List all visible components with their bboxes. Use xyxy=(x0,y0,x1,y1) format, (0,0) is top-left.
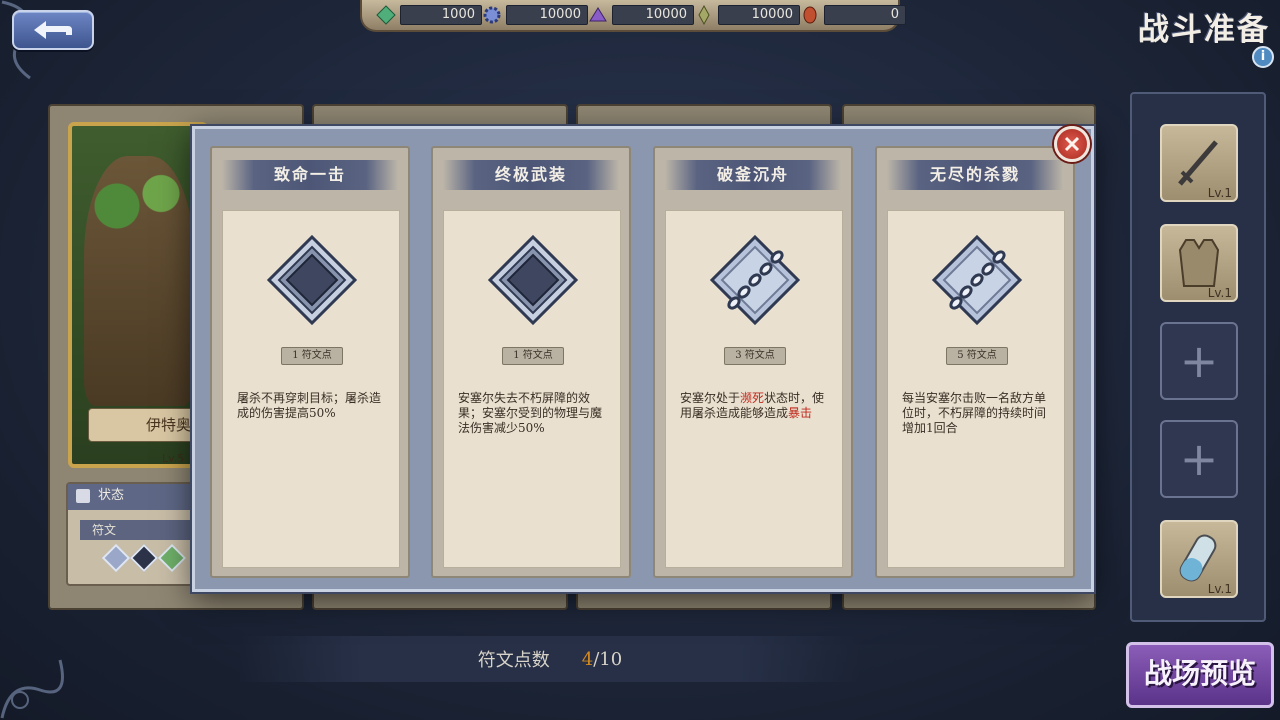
empty-rune-gem-icon xyxy=(487,234,579,326)
rune-card[interactable]: 致命一击 1 符文点 屠杀不再穿刺目标；屠杀造成的伤害提高50% xyxy=(210,146,410,578)
hero-portrait xyxy=(84,156,194,406)
person-icon xyxy=(76,489,90,503)
hero-state-panel: 状态 符文 xyxy=(66,482,206,586)
resource-value: 10000 xyxy=(718,5,800,25)
hero-name: 伊特奥 xyxy=(88,408,198,442)
resource-value: 10000 xyxy=(612,5,694,25)
rune-label: 符文 xyxy=(80,520,190,540)
equip-slot-armor[interactable]: Lv.1 xyxy=(1160,224,1238,302)
rune-points-counter: 符文点数 4/10 xyxy=(240,636,860,682)
plus-icon: + xyxy=(1179,334,1219,388)
close-icon xyxy=(1064,136,1080,152)
rune-description: 每当安塞尔击败一名敌方单位时，不朽屏障的持续时间增加1回合 xyxy=(902,391,1047,435)
rune-points-current: 4 xyxy=(581,648,594,670)
rune-card-title: 终极武装 xyxy=(443,160,619,190)
red-seed-icon xyxy=(803,6,817,24)
info-icon[interactable]: i xyxy=(1252,46,1274,68)
back-button[interactable] xyxy=(12,10,94,50)
rune-card-body: 5 符文点 每当安塞尔击败一名敌方单位时，不朽屏障的持续时间增加1回合 xyxy=(887,210,1065,568)
rune-description: 安塞尔失去不朽屏障的效果；安塞尔受到的物理与魔法伤害减少50% xyxy=(458,391,603,435)
resource-olive-crystal: 10000 xyxy=(694,5,800,25)
rune-slot-icon[interactable] xyxy=(129,543,159,573)
desc-highlight: 濒死 xyxy=(740,391,765,405)
resource-blue-gear: 10000 xyxy=(482,5,588,25)
equip-slot-item[interactable]: Lv.1 xyxy=(1160,520,1238,598)
rune-cost: 3 符文点 xyxy=(724,347,786,365)
chained-rune-gem-icon xyxy=(709,234,801,326)
rune-points-max: /10 xyxy=(593,648,623,670)
rune-cost: 1 符文点 xyxy=(502,347,564,365)
empty-rune-gem-icon xyxy=(266,234,358,326)
rune-card-title: 破釜沉舟 xyxy=(665,160,841,190)
olive-crystal-icon xyxy=(698,5,710,25)
rune-card-body: 1 符文点 屠杀不再穿刺目标；屠杀造成的伤害提高50% xyxy=(222,210,400,568)
chained-rune-gem-icon xyxy=(931,234,1023,326)
rune-card[interactable]: 终极武装 1 符文点 安塞尔失去不朽屏障的效果；安塞尔受到的物理与魔法伤害减少5… xyxy=(431,146,631,578)
rune-cost: 1 符文点 xyxy=(281,347,343,365)
resource-value: 0 xyxy=(824,5,906,25)
rune-slots xyxy=(101,543,204,573)
rune-card-title: 无尽的杀戮 xyxy=(887,160,1063,190)
resource-bar: 1000 10000 10000 10000 0 xyxy=(360,0,906,32)
page-title: 战斗准备 xyxy=(1138,12,1270,48)
rune-card[interactable]: 无尽的杀戮 5 符文点 每当安塞尔击败一名敌方单位时，不朽屏障的持续时间增加1回… xyxy=(875,146,1075,578)
hero-card[interactable]: 伊特奥 Lv.5 xyxy=(68,122,208,468)
state-header: 状态 xyxy=(68,484,204,510)
rune-points-label: 符文点数 xyxy=(477,650,550,671)
plus-icon: + xyxy=(1179,432,1219,486)
hero-level: Lv.5 xyxy=(162,452,185,465)
rune-card-body: 1 符文点 安塞尔失去不朽屏障的效果；安塞尔受到的物理与魔法伤害减少50% xyxy=(443,210,621,568)
close-modal-button[interactable] xyxy=(1054,126,1090,162)
state-label: 状态 xyxy=(98,488,125,503)
battle-preview-button[interactable]: 战场预览 xyxy=(1126,642,1274,708)
corner-ornament xyxy=(0,659,64,719)
resource-value: 10000 xyxy=(506,5,588,25)
blue-gear-icon xyxy=(483,6,501,24)
equip-slot-weapon[interactable]: Lv.1 xyxy=(1160,124,1238,202)
equip-level: Lv.1 xyxy=(1207,582,1232,596)
equip-level: Lv.1 xyxy=(1207,286,1232,300)
equip-slot-empty[interactable]: + xyxy=(1160,420,1238,498)
resource-purple-crystal: 10000 xyxy=(588,5,694,25)
rune-slot-icon[interactable] xyxy=(101,543,131,573)
equip-level: Lv.1 xyxy=(1207,186,1232,200)
desc-highlight: 暴击 xyxy=(788,406,813,420)
rune-card-body: 3 符文点 安塞尔处于濒死状态时，使用屠杀造成能够造成暴击 xyxy=(665,210,843,568)
equipment-column: Lv.1 Lv.1 + + Lv.1 xyxy=(1130,92,1266,622)
resource-value: 1000 xyxy=(400,5,482,25)
rune-card-title: 致命一击 xyxy=(222,160,398,190)
resource-green-gem: 1000 xyxy=(376,5,482,25)
rune-cost: 5 符文点 xyxy=(946,347,1008,365)
equip-slot-empty[interactable]: + xyxy=(1160,322,1238,400)
resource-red-seed: 0 xyxy=(800,5,906,25)
desc-text: 安塞尔处于 xyxy=(680,391,741,405)
rune-description: 安塞尔处于濒死状态时，使用屠杀造成能够造成暴击 xyxy=(680,391,830,421)
rune-description: 屠杀不再穿刺目标；屠杀造成的伤害提高50% xyxy=(237,391,382,420)
green-gem-icon xyxy=(376,5,396,25)
rune-slot-icon[interactable] xyxy=(157,543,187,573)
purple-crystal-icon xyxy=(589,7,607,22)
return-arrow-icon xyxy=(34,21,72,39)
rune-card[interactable]: 破釜沉舟 3 符文点 安塞尔处于濒死状态时，使用屠杀造成能够造成暴击 xyxy=(653,146,853,578)
